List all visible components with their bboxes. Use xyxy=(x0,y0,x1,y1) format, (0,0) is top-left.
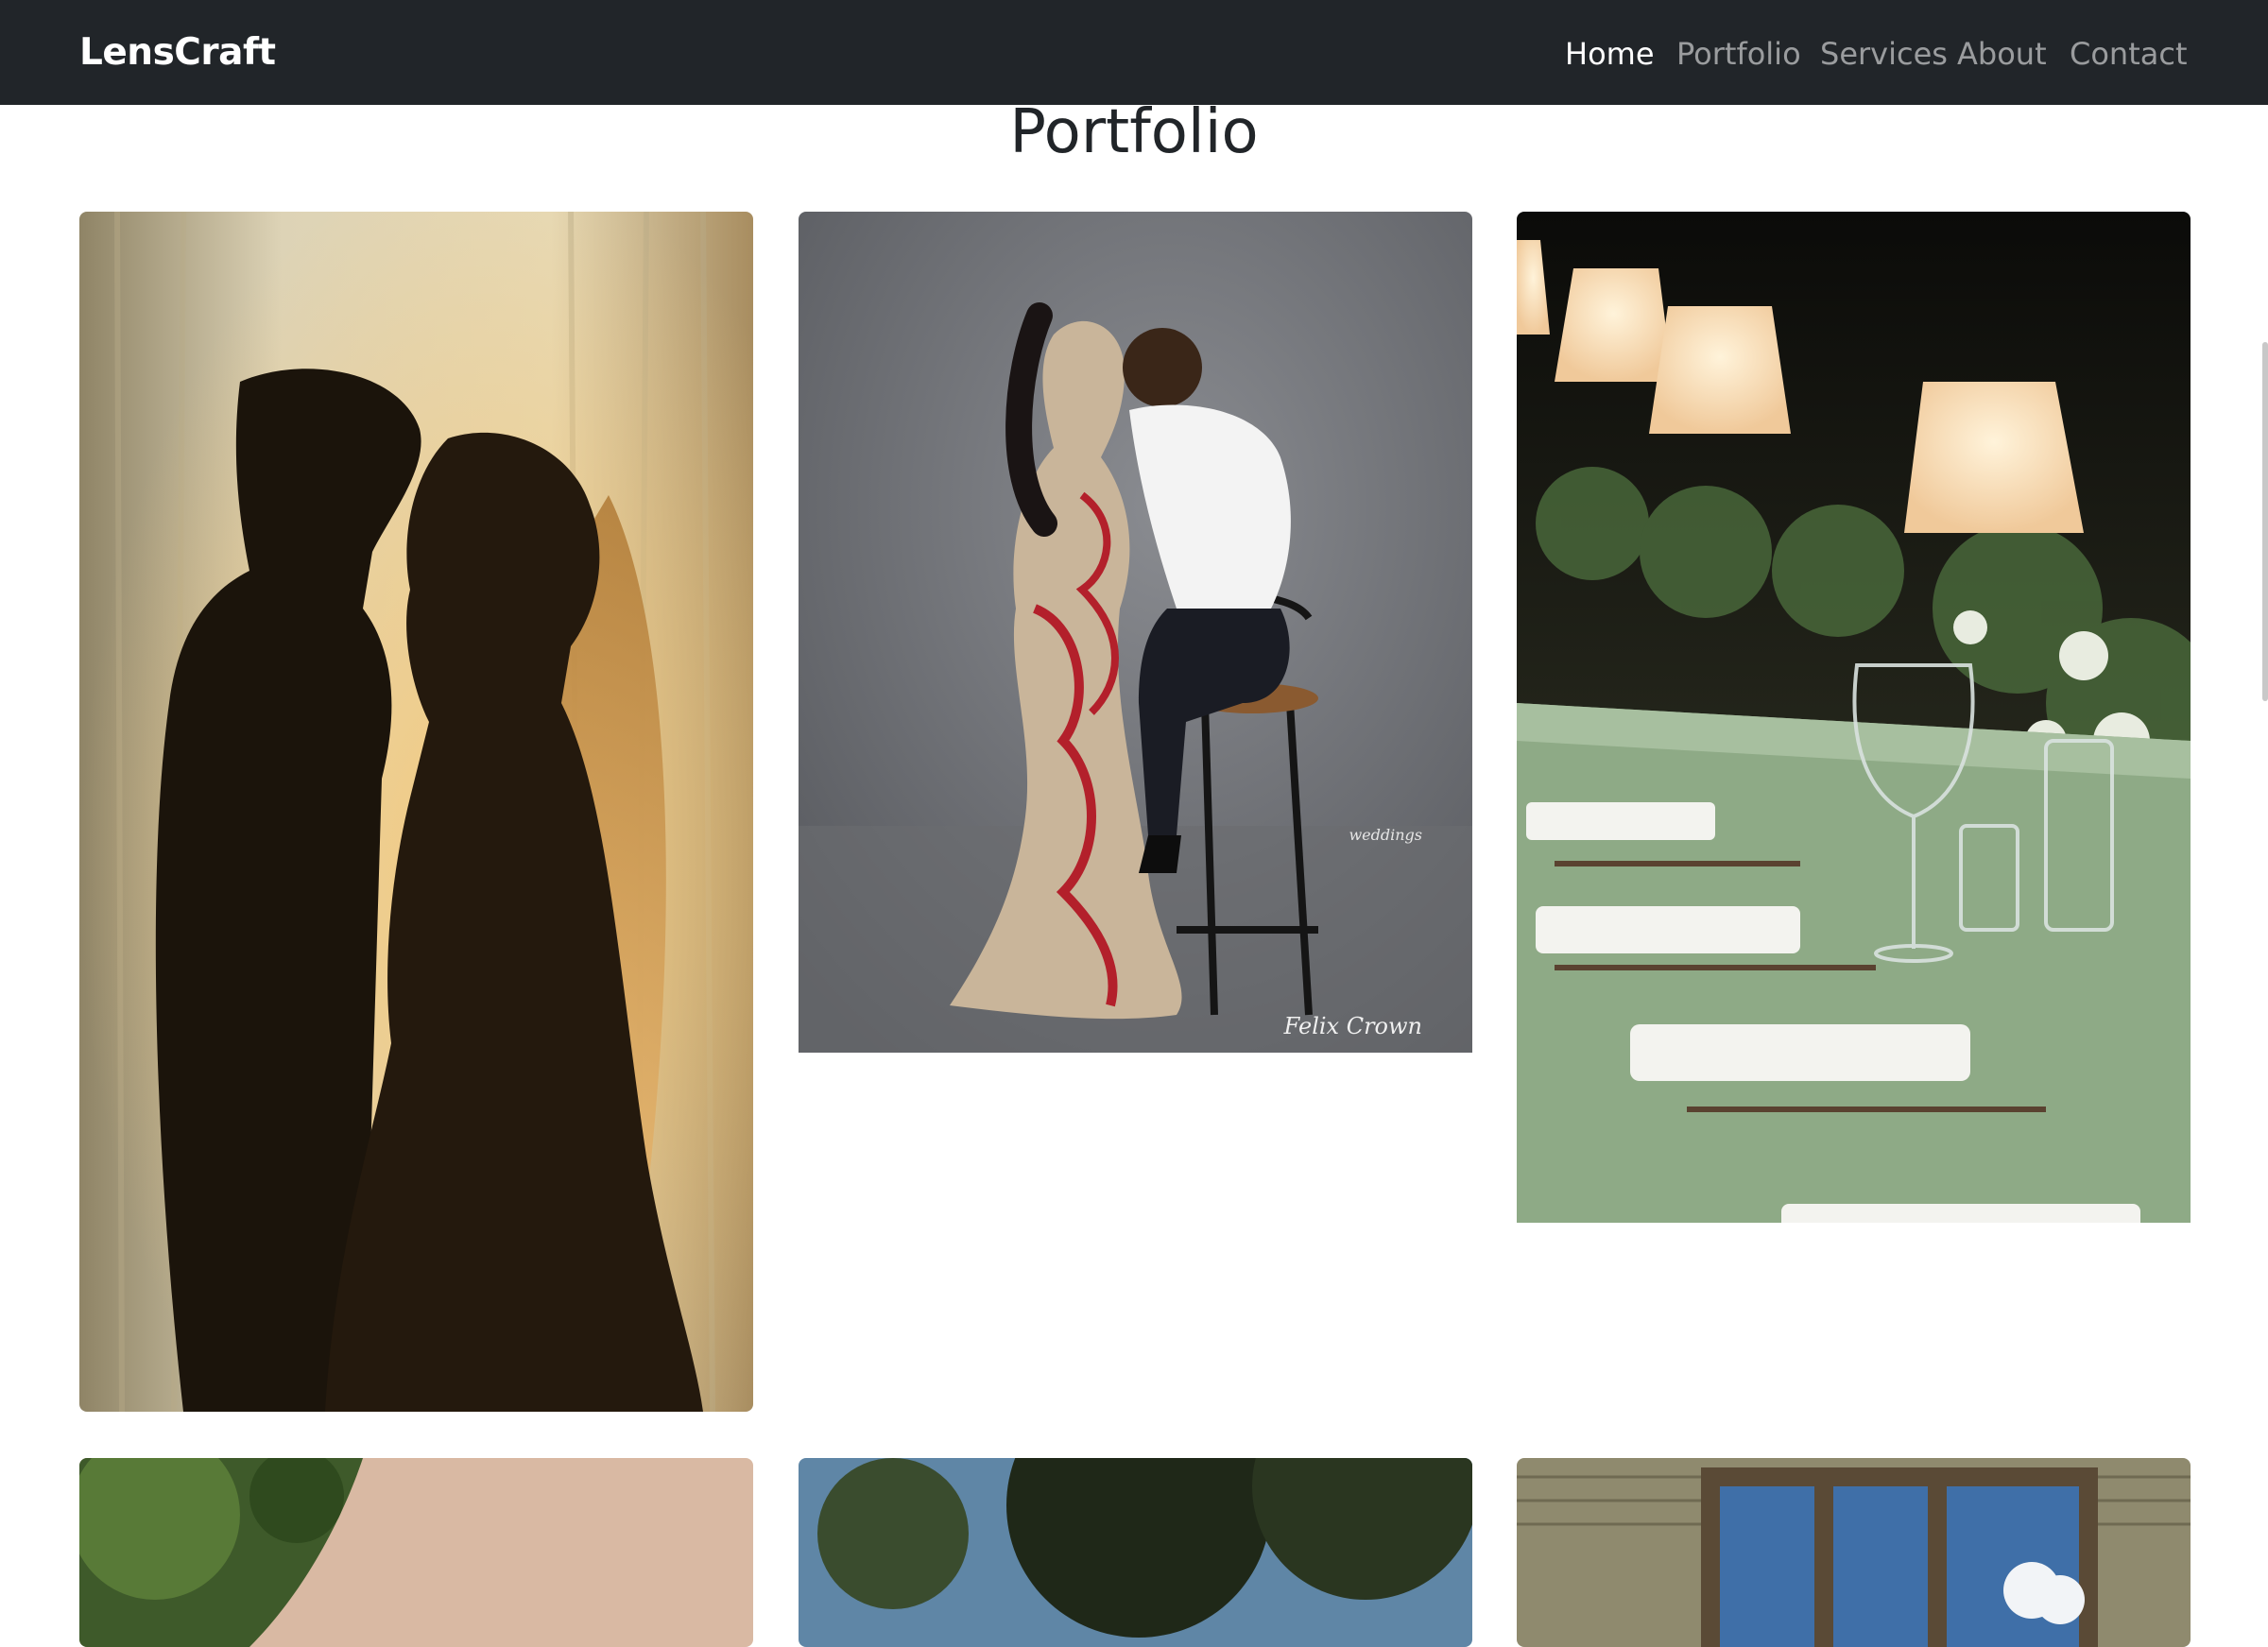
portfolio-photo-building-facade[interactable] xyxy=(1517,1458,2191,1647)
nav-link-contact[interactable]: Contact xyxy=(2070,30,2188,77)
scrollbar-thumb[interactable] xyxy=(2262,342,2268,701)
photo-watermark-small: weddings xyxy=(1349,826,1422,844)
nav-link-services[interactable]: Services xyxy=(1820,30,1948,77)
portfolio-photo-studio-couple[interactable]: Felix Crown weddings xyxy=(799,212,1472,1053)
outdoor-trees-image xyxy=(799,1458,1472,1647)
top-navbar: LensCraft Home Portfolio Services About … xyxy=(0,0,2268,105)
building-facade-image xyxy=(1517,1458,2191,1647)
portfolio-photo-outdoor-trees[interactable] xyxy=(799,1458,1472,1647)
photo-watermark: Felix Crown xyxy=(1283,1013,1422,1039)
nav-link-portfolio[interactable]: Portfolio xyxy=(1676,30,1801,77)
nav-link-home[interactable]: Home xyxy=(1565,30,1655,77)
reception-table-image xyxy=(1517,212,2191,1223)
portfolio-photo-silhouette-couple[interactable] xyxy=(79,212,753,1412)
studio-couple-image: Felix Crown weddings xyxy=(799,212,1472,1053)
silhouette-couple-image xyxy=(79,212,753,1412)
portfolio-photo-outdoor-portrait[interactable] xyxy=(79,1458,753,1647)
nav-link-about[interactable]: About xyxy=(1957,30,2047,77)
page-title: Portfolio xyxy=(1009,97,1259,167)
outdoor-portrait-image xyxy=(79,1458,753,1647)
brand-logo-link[interactable]: LensCraft xyxy=(79,26,276,79)
portfolio-photo-reception-table[interactable] xyxy=(1517,212,2191,1223)
